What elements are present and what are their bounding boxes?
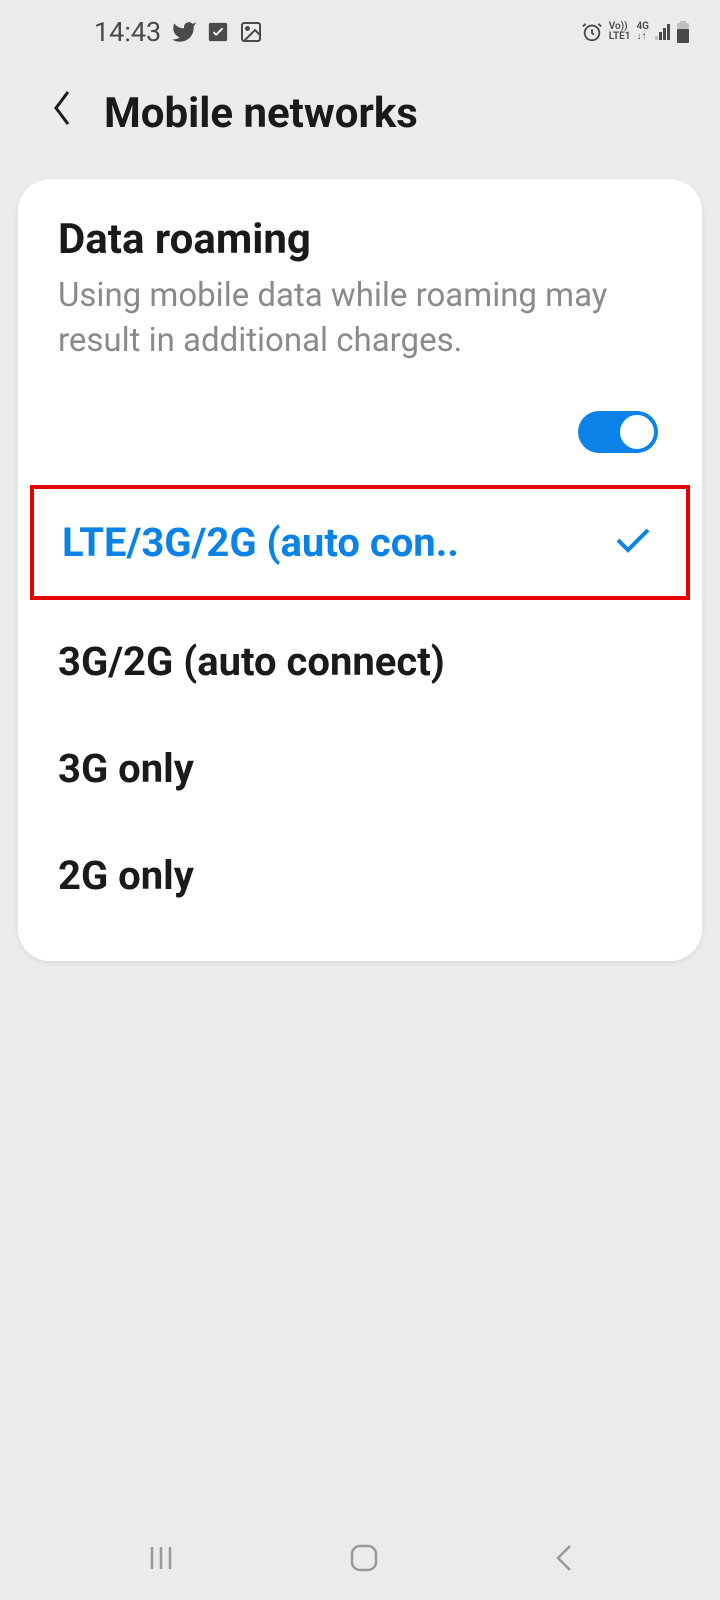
check-icon [614,526,652,560]
network-mode-option-label: 3G only [58,745,194,792]
recents-icon[interactable] [146,1543,176,1577]
status-right: Vo)) LTE1 4G ↓↑ [581,21,690,43]
alarm-icon [581,21,603,43]
status-left: 14:43 [94,16,263,48]
status-time: 14:43 [94,16,161,48]
network-mode-selected-label: LTE/3G/2G (auto con.. [62,519,459,566]
back-icon[interactable] [50,88,74,139]
data-roaming-toggle[interactable] [578,411,658,453]
network-type-indicator: 4G ↓↑ [636,22,649,42]
home-icon[interactable] [348,1542,380,1578]
network-mode-option-3g2g[interactable]: 3G/2G (auto connect) [18,608,702,715]
data-roaming-title: Data roaming [58,215,662,264]
checkbox-icon [207,21,229,43]
status-bar: 14:43 Vo)) LTE1 4G ↓↑ [0,0,720,60]
network-mode-selected[interactable]: LTE/3G/2G (auto con.. [30,485,690,600]
settings-card: Data roaming Using mobile data while roa… [18,179,702,961]
network-mode-option-2g[interactable]: 2G only [18,822,702,929]
network-mode-option-label: 3G/2G (auto connect) [58,638,445,685]
network-mode-option-label: 2G only [58,852,194,899]
data-roaming-toggle-row [18,393,702,477]
header: Mobile networks [0,60,720,179]
network-mode-option-3g[interactable]: 3G only [18,715,702,822]
data-roaming-description: Using mobile data while roaming may resu… [58,274,662,363]
toggle-knob [618,413,656,451]
data-roaming-section: Data roaming Using mobile data while roa… [18,215,702,393]
back-nav-icon[interactable] [552,1542,574,1578]
navigation-bar [0,1520,720,1600]
battery-icon [676,21,690,43]
page-title: Mobile networks [104,89,418,138]
twitter-icon [171,19,197,45]
volte-indicator: Vo)) LTE1 [609,22,631,42]
image-icon [239,20,263,44]
signal-icon [655,24,670,40]
